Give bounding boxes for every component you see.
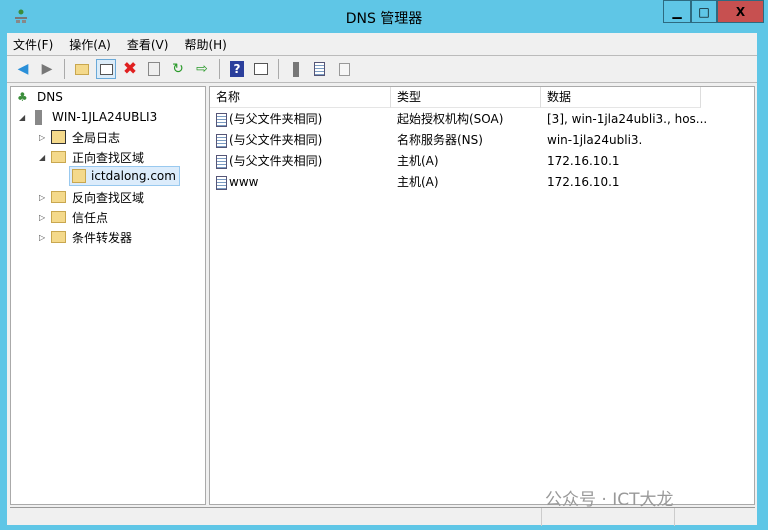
properties-icon[interactable] bbox=[144, 59, 164, 79]
expanded-arrow-icon[interactable]: ◢ bbox=[39, 153, 51, 162]
collapsed-arrow-icon[interactable]: ▷ bbox=[39, 233, 51, 242]
help-icon[interactable]: ? bbox=[227, 59, 247, 79]
menu-bar: 文件(F) 操作(A) 查看(V) 帮助(H) bbox=[7, 33, 757, 56]
table-row[interactable]: (与父文件夹相同) 名称服务器(NS) win-1jla24ubli3. bbox=[210, 130, 754, 151]
back-icon[interactable]: ◀ bbox=[13, 59, 33, 79]
folder-icon bbox=[51, 151, 66, 163]
dns-icon: ♣ bbox=[17, 90, 28, 104]
tree-item-server[interactable]: ◢ WIN-1JLA24UBLI3 bbox=[19, 107, 157, 127]
console-tree: ♣ DNS ◢ WIN-1JLA24UBLI3 ▷ 全局日志 ◢ 正向查找区域 ictd… bbox=[10, 86, 206, 505]
tree-item-conditional-forwarders[interactable]: ▷ 条件转发器 bbox=[39, 227, 132, 247]
title-bar: DNS 管理器 ▁ □ X bbox=[0, 0, 768, 32]
tree-item-reverse-zones[interactable]: ▷ 反向查找区域 bbox=[39, 187, 144, 207]
folder-icon bbox=[51, 191, 66, 203]
tree-item-zone-ictdalong[interactable]: ictdalong.com bbox=[69, 166, 180, 186]
column-header-data[interactable]: 数据 bbox=[541, 87, 701, 108]
window-client: 文件(F) 操作(A) 查看(V) 帮助(H) ◀ ▶ ✖ ↻ ⇨ ? ♣ DNS… bbox=[7, 33, 757, 526]
toolbar-separator bbox=[64, 59, 65, 79]
record-icon bbox=[216, 175, 227, 190]
up-folder-icon[interactable] bbox=[72, 59, 92, 79]
window-title: DNS 管理器 bbox=[345, 11, 423, 27]
menu-help[interactable]: 帮助(H) bbox=[184, 36, 226, 53]
column-header-type[interactable]: 类型 bbox=[391, 87, 541, 108]
menu-file[interactable]: 文件(F) bbox=[13, 36, 53, 53]
server-icon[interactable] bbox=[286, 59, 306, 79]
toolbar-separator bbox=[278, 59, 279, 79]
tree-item-trust-points[interactable]: ▷ 信任点 bbox=[39, 207, 108, 227]
server-icon bbox=[35, 109, 42, 125]
tree-item-dns[interactable]: ♣ DNS bbox=[17, 87, 63, 107]
table-row[interactable]: (与父文件夹相同) 起始授权机构(SOA) [3], win-1jla24ubli3… bbox=[210, 109, 754, 130]
close-button[interactable]: X bbox=[717, 0, 764, 23]
delete-icon[interactable]: ✖ bbox=[120, 59, 140, 79]
collapsed-arrow-icon[interactable]: ▷ bbox=[39, 193, 51, 202]
table-row[interactable]: (与父文件夹相同) 主机(A) 172.16.10.1 bbox=[210, 151, 754, 172]
record-icon bbox=[216, 133, 227, 148]
toolbar-separator bbox=[219, 59, 220, 79]
status-pane bbox=[542, 508, 675, 526]
tree-item-global-logs[interactable]: ▷ 全局日志 bbox=[39, 127, 120, 147]
record-icon bbox=[216, 112, 227, 127]
maximize-button[interactable]: □ bbox=[691, 0, 717, 23]
menu-action[interactable]: 操作(A) bbox=[69, 36, 111, 53]
log-icon bbox=[51, 130, 66, 144]
collapsed-arrow-icon[interactable]: ▷ bbox=[39, 213, 51, 222]
collapsed-arrow-icon[interactable]: ▷ bbox=[39, 133, 51, 142]
expanded-arrow-icon[interactable]: ◢ bbox=[19, 113, 31, 122]
status-pane bbox=[10, 508, 542, 526]
show-hide-tree-icon[interactable] bbox=[96, 59, 116, 79]
copy-icon[interactable] bbox=[334, 59, 354, 79]
forward-icon[interactable]: ▶ bbox=[37, 59, 57, 79]
record-icon bbox=[216, 154, 227, 169]
records-list: 名称 类型 数据 (与父文件夹相同) 起始授权机构(SOA) [3], win-1j… bbox=[209, 86, 755, 505]
tree-item-forward-zones[interactable]: ◢ 正向查找区域 bbox=[39, 147, 144, 167]
show-action-pane-icon[interactable] bbox=[251, 59, 271, 79]
minimize-button[interactable]: ▁ bbox=[663, 0, 691, 23]
column-header-name[interactable]: 名称 bbox=[210, 87, 391, 108]
toolbar: ◀ ▶ ✖ ↻ ⇨ ? bbox=[7, 56, 757, 83]
table-row[interactable]: www 主机(A) 172.16.10.1 bbox=[210, 172, 754, 193]
zone-icon bbox=[72, 169, 86, 183]
refresh-icon[interactable]: ↻ bbox=[168, 59, 188, 79]
folder-icon bbox=[51, 211, 66, 223]
export-icon[interactable]: ⇨ bbox=[192, 59, 212, 79]
folder-icon bbox=[51, 231, 66, 243]
menu-view[interactable]: 查看(V) bbox=[127, 36, 169, 53]
watermark: 公众号 · ICT大龙 bbox=[545, 490, 674, 510]
records-icon[interactable] bbox=[310, 59, 330, 79]
